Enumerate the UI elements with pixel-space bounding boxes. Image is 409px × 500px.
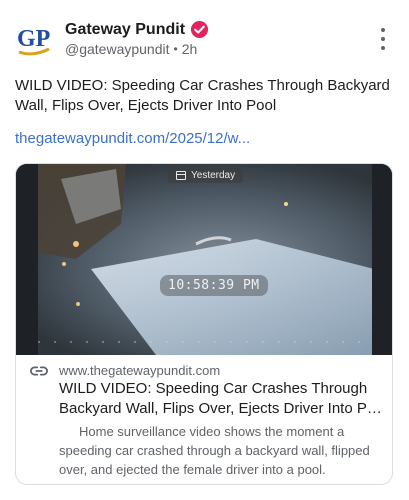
gateway-pundit-logo-icon: GP: [17, 26, 50, 56]
author-meta: @gatewaypundit • 2h: [65, 41, 197, 57]
author-name[interactable]: Gateway Pundit: [65, 21, 185, 39]
svg-text:GP: GP: [17, 26, 50, 52]
post-text: WILD VIDEO: Speeding Car Crashes Through…: [15, 77, 390, 114]
separator-dot: •: [173, 42, 178, 56]
author-handle[interactable]: @gatewaypundit: [65, 41, 170, 57]
surveillance-video-frame: [16, 164, 392, 355]
video-thumbnail[interactable]: Yesterday 10:58:39 PM: [16, 164, 392, 355]
more-vertical-icon: [381, 28, 385, 32]
post-time: 2h: [181, 41, 198, 57]
verified-badge-icon: [190, 20, 209, 39]
post-link[interactable]: thegatewaypundit.com/2025/12/w...: [15, 129, 250, 149]
link-preview-card[interactable]: Yesterday 10:58:39 PM www.thegatewaypund…: [15, 163, 393, 485]
video-timestamp: 10:58:39 PM: [160, 275, 268, 296]
avatar[interactable]: GP: [13, 19, 57, 63]
more-options-button[interactable]: [375, 28, 391, 50]
card-title-line-1: WILD VIDEO: Speeding Car Crashes Through: [59, 380, 368, 397]
card-title-line-2: Backyard Wall, Flips Over, Ejects Driver…: [59, 400, 384, 417]
calendar-icon: [176, 171, 186, 180]
card-description: Home surveillance video shows the moment…: [59, 424, 370, 477]
card-title: WILD VIDEO: Speeding Car Crashes Through…: [59, 379, 384, 419]
card-body[interactable]: www.thegatewaypundit.com WILD VIDEO: Spe…: [16, 355, 392, 484]
post-header: GP Gateway Pundit @gatewaypundit • 2h: [0, 0, 409, 70]
link-icon: [30, 366, 48, 376]
author-row: Gateway Pundit: [65, 20, 209, 39]
card-domain: www.thegatewaypundit.com: [59, 363, 221, 378]
video-date-label: Yesterday: [168, 168, 244, 183]
